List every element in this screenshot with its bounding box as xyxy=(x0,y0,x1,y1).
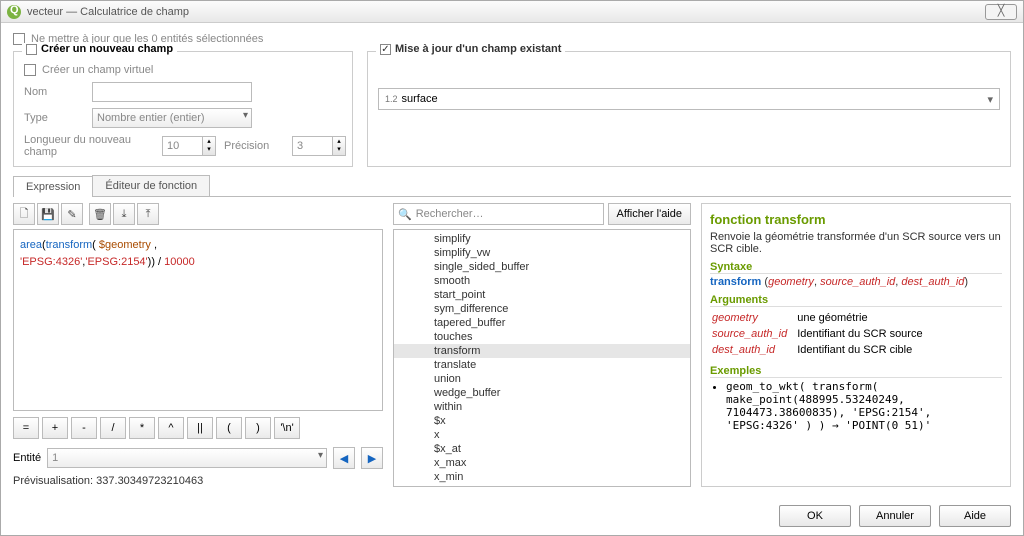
help-args-table: geometryune géométriesource_auth_idIdent… xyxy=(710,309,933,359)
op-button[interactable]: * xyxy=(129,417,155,439)
help-title: fonction transform xyxy=(710,212,1002,227)
op-button[interactable]: / xyxy=(100,417,126,439)
op-button[interactable]: ^ xyxy=(158,417,184,439)
window-title: vecteur — Calculatrice de champ xyxy=(27,6,189,18)
tree-item[interactable]: simplify xyxy=(394,232,690,246)
search-icon: 🔍 xyxy=(398,208,412,221)
tree-item[interactable]: transform xyxy=(394,344,690,358)
entity-label: Entité xyxy=(13,452,41,464)
help-syntax: transform (geometry, source_auth_id, des… xyxy=(710,276,1002,288)
field-type-label: Type xyxy=(24,112,84,124)
function-tree[interactable]: simplifysimplify_vwsingle_sided_buffersm… xyxy=(393,229,691,487)
help-button[interactable]: Aide xyxy=(939,505,1011,527)
qgis-icon xyxy=(7,5,21,19)
create-field-checkbox[interactable] xyxy=(26,44,37,55)
help-panel: fonction transform Renvoie la géométrie … xyxy=(701,203,1011,487)
numeric-icon: 1.2 xyxy=(385,94,398,104)
panel-update-field: Mise à jour d'un champ existant 1.2 surf… xyxy=(367,51,1011,167)
tab-expression[interactable]: Expression xyxy=(13,176,93,197)
tree-item[interactable]: $x_at xyxy=(394,442,690,456)
toolbar-icon-5[interactable]: ⤒ xyxy=(137,203,159,225)
tree-item[interactable]: simplify_vw xyxy=(394,246,690,260)
field-length-label: Longueur du nouveau champ xyxy=(24,134,154,158)
tree-item[interactable]: smooth xyxy=(394,274,690,288)
content: Ne mettre à jour que les 0 entités sélec… xyxy=(1,23,1023,495)
op-button[interactable]: ( xyxy=(216,417,242,439)
toolbar-icon-0[interactable]: 🗋 xyxy=(13,203,35,225)
field-type-select[interactable]: Nombre entier (entier) xyxy=(92,108,252,128)
panel-create-field: Créer un nouveau champ Créer un champ vi… xyxy=(13,51,353,167)
dialog-buttons: OK Annuler Aide xyxy=(779,505,1011,527)
ok-button[interactable]: OK xyxy=(779,505,851,527)
tree-item[interactable]: translate xyxy=(394,358,690,372)
panel-update-title: Mise à jour d'un champ existant xyxy=(376,43,565,55)
panel-create-title: Créer un nouveau champ xyxy=(22,43,177,55)
tree-item[interactable]: single_sided_buffer xyxy=(394,260,690,274)
update-field-select[interactable]: 1.2 surface xyxy=(378,88,1000,110)
next-entity-button[interactable]: ▶ xyxy=(361,447,383,469)
tree-item[interactable]: within xyxy=(394,400,690,414)
field-precision-label: Précision xyxy=(224,140,284,152)
function-list-column: 🔍 Rechercher… Afficher l'aide simplifysi… xyxy=(393,203,691,487)
tree-item[interactable]: sym_difference xyxy=(394,302,690,316)
toolbar-icon-2[interactable]: ✎ xyxy=(61,203,83,225)
virtual-field-label: Créer un champ virtuel xyxy=(42,64,153,76)
tree-item[interactable]: $x xyxy=(394,414,690,428)
tree-item[interactable]: union xyxy=(394,372,690,386)
show-help-button[interactable]: Afficher l'aide xyxy=(608,203,692,225)
help-example: geom_to_wkt( transform( make_point(48899… xyxy=(726,380,1002,432)
close-button[interactable]: ╳ xyxy=(985,4,1017,20)
operator-bar: =+-/*^||()'\n' xyxy=(13,417,383,439)
tree-item[interactable]: wedge_buffer xyxy=(394,386,690,400)
tabs: Expression Éditeur de fonction xyxy=(13,175,1011,197)
expression-editor[interactable]: area(transform( $geometry , 'EPSG:4326',… xyxy=(13,229,383,411)
titlebar: vecteur — Calculatrice de champ ╳ xyxy=(1,1,1023,23)
field-calculator-window: vecteur — Calculatrice de champ ╳ Ne met… xyxy=(0,0,1024,536)
tree-item[interactable]: touches xyxy=(394,330,690,344)
tree-item[interactable]: start_point xyxy=(394,288,690,302)
update-field-checkbox[interactable] xyxy=(380,44,391,55)
field-name-input[interactable] xyxy=(92,82,252,102)
expression-toolbar: 🗋💾✎ 🗑⤓⤒ xyxy=(13,203,383,225)
toolbar-icon-3[interactable]: 🗑 xyxy=(89,203,111,225)
op-button[interactable]: + xyxy=(42,417,68,439)
toolbar-icon-1[interactable]: 💾 xyxy=(37,203,59,225)
cancel-button[interactable]: Annuler xyxy=(859,505,931,527)
preview: Prévisualisation: 337.30349723210463 xyxy=(13,475,383,487)
prev-entity-button[interactable]: ◀ xyxy=(333,447,355,469)
expression-column: 🗋💾✎ 🗑⤓⤒ area(transform( $geometry , 'EPSG… xyxy=(13,203,383,487)
field-length-stepper[interactable]: ▴▾ xyxy=(162,136,216,156)
entity-select[interactable]: 1 xyxy=(47,448,327,468)
virtual-field-checkbox[interactable] xyxy=(24,64,36,76)
toolbar-icon-4[interactable]: ⤓ xyxy=(113,203,135,225)
op-button[interactable]: - xyxy=(71,417,97,439)
field-name-label: Nom xyxy=(24,86,84,98)
tree-item[interactable]: x_max xyxy=(394,456,690,470)
search-input[interactable]: 🔍 Rechercher… xyxy=(393,203,604,225)
tree-item[interactable]: x_min xyxy=(394,470,690,484)
tree-item[interactable]: tapered_buffer xyxy=(394,316,690,330)
op-button[interactable]: '\n' xyxy=(274,417,300,439)
tree-item[interactable]: x xyxy=(394,428,690,442)
op-button[interactable]: || xyxy=(187,417,213,439)
field-precision-stepper[interactable]: ▴▾ xyxy=(292,136,346,156)
op-button[interactable]: ) xyxy=(245,417,271,439)
op-button[interactable]: = xyxy=(13,417,39,439)
tab-function-editor[interactable]: Éditeur de fonction xyxy=(92,175,210,196)
